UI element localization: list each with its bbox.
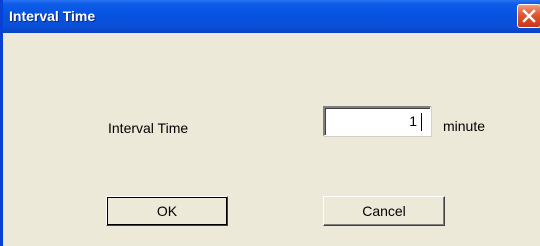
interval-time-label: Interval Time <box>108 120 189 136</box>
close-button[interactable] <box>517 4 540 28</box>
dialog-window: Interval Time Interval Time 1 minute OK … <box>0 0 540 246</box>
unit-label: minute <box>443 118 486 134</box>
ok-button[interactable]: OK <box>106 196 228 226</box>
title-bar[interactable]: Interval Time <box>3 0 540 33</box>
cancel-button[interactable]: Cancel <box>323 196 445 226</box>
close-icon <box>522 9 536 23</box>
text-caret <box>421 113 422 131</box>
interval-time-input[interactable]: 1 <box>323 106 431 136</box>
dialog-body <box>3 33 540 246</box>
interval-time-value: 1 <box>409 113 417 129</box>
window-title: Interval Time <box>9 8 96 24</box>
